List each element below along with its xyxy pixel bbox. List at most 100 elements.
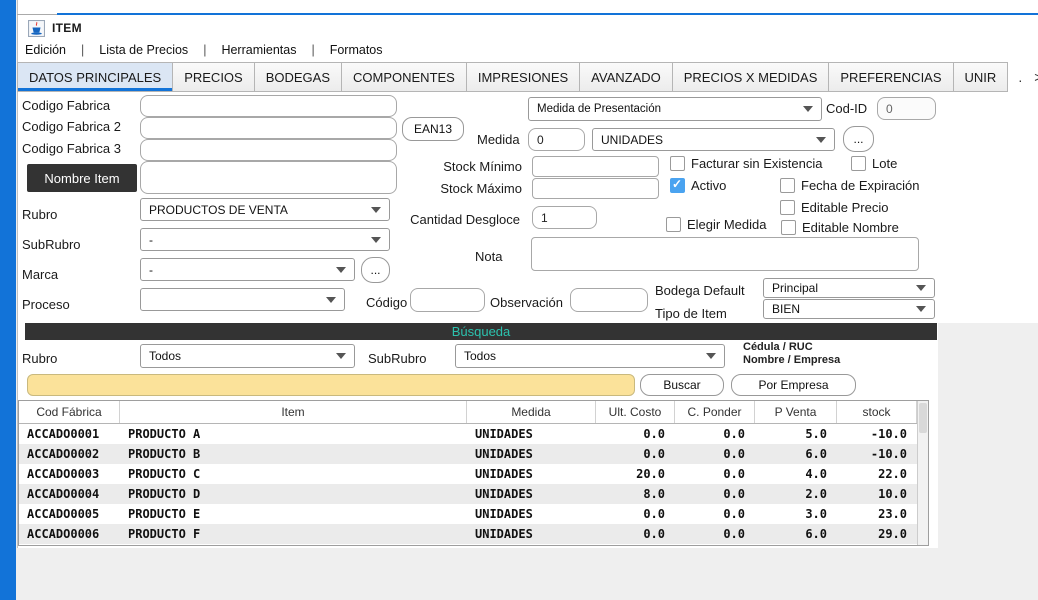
lote-checkbox[interactable]: ✓ Lote bbox=[851, 155, 897, 171]
medida-unit-select[interactable]: UNIDADES bbox=[592, 128, 835, 151]
menu-item-herramientas[interactable]: Herramientas bbox=[221, 43, 296, 57]
table-row[interactable]: ACCADO0004PRODUCTO DUNIDADES8.00.02.010.… bbox=[19, 484, 928, 504]
nombre-item-input[interactable] bbox=[140, 161, 397, 194]
tab-datos-principales[interactable]: DATOS PRINCIPALES bbox=[17, 62, 173, 92]
table-scrollbar[interactable] bbox=[917, 401, 928, 545]
results-table: Cod FábricaItemMedidaUlt. CostoC. Ponder… bbox=[18, 400, 929, 546]
marca-more-button[interactable]: ... bbox=[361, 257, 390, 283]
scrollbar-thumb[interactable] bbox=[919, 403, 927, 433]
tipo-de-item-label: Tipo de Item bbox=[655, 306, 727, 321]
tab-componentes[interactable]: COMPONENTES bbox=[341, 62, 467, 92]
tab-precios-x-medidas[interactable]: PRECIOS X MEDIDAS bbox=[672, 62, 830, 92]
selected-value: - bbox=[141, 233, 371, 247]
table-cell: 0.0 bbox=[675, 504, 755, 524]
table-cell: PRODUCTO B bbox=[120, 444, 467, 464]
subrubro-select[interactable]: - bbox=[140, 228, 390, 251]
facturar-sin-existencia-checkbox[interactable]: ✓ Facturar sin Existencia bbox=[670, 155, 823, 171]
nota-label: Nota bbox=[475, 249, 502, 264]
codigo-input[interactable] bbox=[410, 288, 485, 312]
medida-qty-input[interactable] bbox=[528, 128, 585, 151]
checkbox-box: ✓ bbox=[670, 178, 685, 193]
codigo-fabrica-2-input[interactable] bbox=[140, 117, 397, 139]
column-header-cod-fabrica[interactable]: Cod Fábrica bbox=[19, 401, 120, 423]
selected-value: Medida de Presentación bbox=[529, 103, 803, 115]
title-bar: ITEM bbox=[28, 19, 82, 37]
stock-minimo-input[interactable] bbox=[532, 156, 659, 177]
chevron-down-icon bbox=[326, 297, 336, 303]
medida-label: Medida bbox=[477, 132, 520, 147]
bodega-default-select[interactable]: Principal bbox=[763, 278, 935, 298]
checkbox-box: ✓ bbox=[670, 156, 685, 171]
medida-presentacion-select[interactable]: Medida de Presentación bbox=[528, 97, 822, 121]
menu-item-formatos[interactable]: Formatos bbox=[330, 43, 383, 57]
tab-precios[interactable]: PRECIOS bbox=[172, 62, 255, 92]
tab-avanzado[interactable]: AVANZADO bbox=[579, 62, 673, 92]
table-body: ACCADO0001PRODUCTO AUNIDADES0.00.05.0-10… bbox=[19, 424, 928, 544]
ean13-button[interactable]: EAN13 bbox=[402, 117, 464, 141]
table-row[interactable]: ACCADO0005PRODUCTO EUNIDADES0.00.03.023.… bbox=[19, 504, 928, 524]
por-empresa-button[interactable]: Por Empresa bbox=[731, 374, 856, 396]
table-cell: 6.0 bbox=[755, 524, 837, 544]
table-row[interactable]: ACCADO0006PRODUCTO FUNIDADES0.00.06.029.… bbox=[19, 524, 928, 544]
editable-precio-checkbox[interactable]: ✓ Editable Precio bbox=[780, 199, 888, 215]
codigo-fabrica-input[interactable] bbox=[140, 95, 397, 117]
fecha-expiracion-checkbox[interactable]: ✓ Fecha de Expiración bbox=[780, 177, 920, 193]
search-hint-line2: Nombre / Empresa bbox=[743, 354, 840, 367]
marca-select[interactable]: - bbox=[140, 258, 355, 281]
column-header-ult-costo[interactable]: Ult. Costo bbox=[596, 401, 675, 423]
tab-bodegas[interactable]: BODEGAS bbox=[254, 62, 342, 92]
search-rubro-select[interactable]: Todos bbox=[140, 344, 355, 368]
column-header-p-venta[interactable]: P Venta bbox=[755, 401, 837, 423]
buscar-button[interactable]: Buscar bbox=[640, 374, 724, 396]
search-input[interactable] bbox=[27, 374, 635, 396]
menu-item-edicion[interactable]: Edición bbox=[25, 43, 66, 57]
table-cell: 23.0 bbox=[837, 504, 917, 524]
table-cell: UNIDADES bbox=[467, 504, 596, 524]
selected-value: Todos bbox=[141, 349, 336, 363]
column-header-medida[interactable]: Medida bbox=[467, 401, 596, 423]
stock-maximo-label: Stock Máximo bbox=[432, 181, 522, 196]
cantidad-desgloce-input[interactable] bbox=[532, 206, 597, 229]
table-cell: 0.0 bbox=[596, 424, 675, 444]
table-cell: ACCADO0001 bbox=[19, 424, 120, 444]
table-cell: UNIDADES bbox=[467, 464, 596, 484]
tab-preferencias[interactable]: PREFERENCIAS bbox=[828, 62, 953, 92]
codigo-fabrica-3-input[interactable] bbox=[140, 139, 397, 161]
medida-more-button[interactable]: ... bbox=[843, 126, 874, 152]
activo-checkbox[interactable]: ✓ Activo bbox=[670, 177, 726, 193]
tab-impresiones[interactable]: IMPRESIONES bbox=[466, 62, 580, 92]
marca-label: Marca bbox=[22, 267, 58, 282]
rubro-select[interactable]: PRODUCTOS DE VENTA bbox=[140, 198, 390, 221]
codigo-fabrica-3-label: Codigo Fabrica 3 bbox=[22, 141, 121, 156]
column-header-c-ponder[interactable]: C. Ponder bbox=[675, 401, 755, 423]
proceso-select[interactable] bbox=[140, 288, 345, 311]
table-cell: 0.0 bbox=[675, 524, 755, 544]
stock-maximo-input[interactable] bbox=[532, 178, 659, 199]
tab-scroll-next-icon[interactable]: > bbox=[1034, 69, 1038, 85]
table-row[interactable]: ACCADO0001PRODUCTO AUNIDADES0.00.05.0-10… bbox=[19, 424, 928, 444]
tab-scroll-prev-icon[interactable]: . bbox=[1018, 69, 1022, 85]
tab-unir[interactable]: UNIR bbox=[953, 62, 1009, 92]
menu-separator: | bbox=[311, 43, 314, 57]
table-cell: -10.0 bbox=[837, 444, 917, 464]
menu-item-lista-de-precios[interactable]: Lista de Precios bbox=[99, 43, 188, 57]
table-row[interactable]: ACCADO0003PRODUCTO CUNIDADES20.00.04.022… bbox=[19, 464, 928, 484]
chevron-down-icon bbox=[803, 106, 813, 112]
busqueda-section-header: Búsqueda bbox=[25, 323, 937, 340]
table-cell: ACCADO0005 bbox=[19, 504, 120, 524]
column-header-item[interactable]: Item bbox=[120, 401, 467, 423]
table-row[interactable]: ACCADO0002PRODUCTO BUNIDADES0.00.06.0-10… bbox=[19, 444, 928, 464]
nota-textarea[interactable] bbox=[531, 237, 919, 271]
tipo-de-item-select[interactable]: BIEN bbox=[763, 299, 935, 319]
table-cell: 6.0 bbox=[755, 444, 837, 464]
observacion-input[interactable] bbox=[570, 288, 648, 312]
table-cell: 0.0 bbox=[596, 504, 675, 524]
elegir-medida-checkbox[interactable]: ✓ Elegir Medida bbox=[666, 216, 775, 232]
search-subrubro-label: SubRubro bbox=[368, 351, 427, 366]
editable-nombre-checkbox[interactable]: ✓ Editable Nombre bbox=[781, 219, 899, 235]
nombre-item-button[interactable]: Nombre Item bbox=[27, 164, 137, 192]
table-cell: 0.0 bbox=[675, 484, 755, 504]
search-subrubro-select[interactable]: Todos bbox=[455, 344, 725, 368]
window-edge-accent bbox=[0, 0, 16, 600]
column-header-stock[interactable]: stock bbox=[837, 401, 917, 423]
